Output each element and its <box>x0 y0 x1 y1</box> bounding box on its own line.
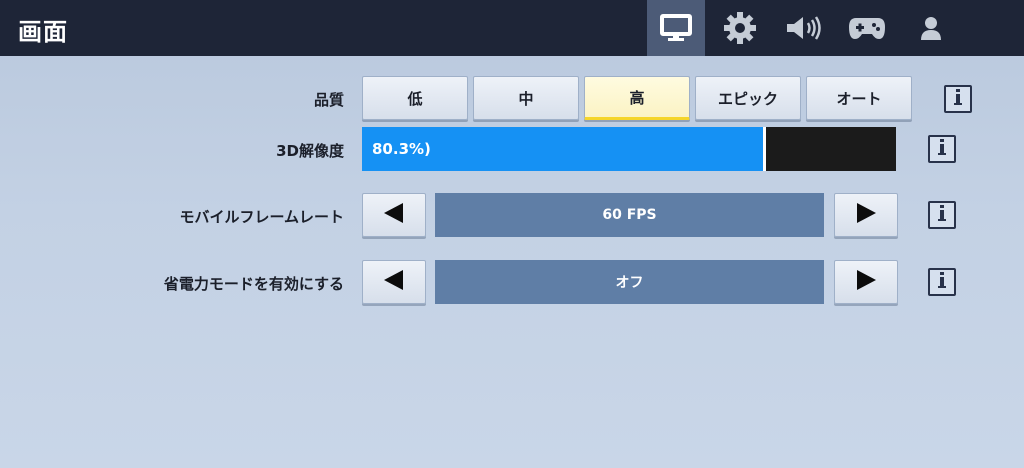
gamepad-icon <box>848 15 886 41</box>
quality-label: 品質 <box>313 91 344 109</box>
frame-rate-next-button[interactable] <box>834 193 898 237</box>
frame-rate-info-button[interactable] <box>928 201 956 229</box>
frame-rate-value: 60 FPS <box>435 193 824 237</box>
info-icon <box>936 204 948 226</box>
power-saving-next-button[interactable] <box>834 260 898 304</box>
tab-game-settings[interactable] <box>711 0 769 56</box>
quality-option-high[interactable]: 高 <box>584 76 690 120</box>
top-bar: 画面 <box>0 0 1024 56</box>
tab-display[interactable] <box>647 0 705 56</box>
quality-option-auto[interactable]: オート <box>806 76 912 120</box>
quality-option-low[interactable]: 低 <box>362 76 468 120</box>
quality-option-epic[interactable]: エピック <box>695 76 801 120</box>
resolution-info-button[interactable] <box>928 135 956 163</box>
resolution-value: 80.3%) <box>372 140 431 158</box>
quality-info-button[interactable] <box>944 85 972 113</box>
arrow-left-icon <box>383 202 405 228</box>
power-saving-value: オフ <box>435 260 824 304</box>
frame-rate-prev-button[interactable] <box>362 193 426 237</box>
resolution-slider-handle[interactable] <box>763 127 766 171</box>
tab-controller[interactable] <box>838 0 896 56</box>
gear-icon <box>723 11 757 45</box>
info-icon <box>936 138 948 160</box>
monitor-icon <box>659 13 693 43</box>
arrow-left-icon <box>383 269 405 295</box>
frame-rate-label: モバイルフレームレート <box>179 208 344 226</box>
info-icon <box>952 88 964 110</box>
resolution-slider-track[interactable] <box>766 127 896 171</box>
speaker-icon <box>785 14 823 42</box>
quality-option-medium[interactable]: 中 <box>473 76 579 120</box>
page-title: 画面 <box>18 18 68 46</box>
arrow-right-icon <box>855 202 877 228</box>
tab-account[interactable] <box>902 0 960 56</box>
user-icon <box>918 15 944 41</box>
power-saving-prev-button[interactable] <box>362 260 426 304</box>
power-saving-label: 省電力モードを有効にする <box>163 275 344 293</box>
arrow-right-icon <box>855 269 877 295</box>
power-saving-info-button[interactable] <box>928 268 956 296</box>
info-icon <box>936 271 948 293</box>
tab-audio[interactable] <box>775 0 833 56</box>
resolution-label: 3D解像度 <box>276 142 344 160</box>
